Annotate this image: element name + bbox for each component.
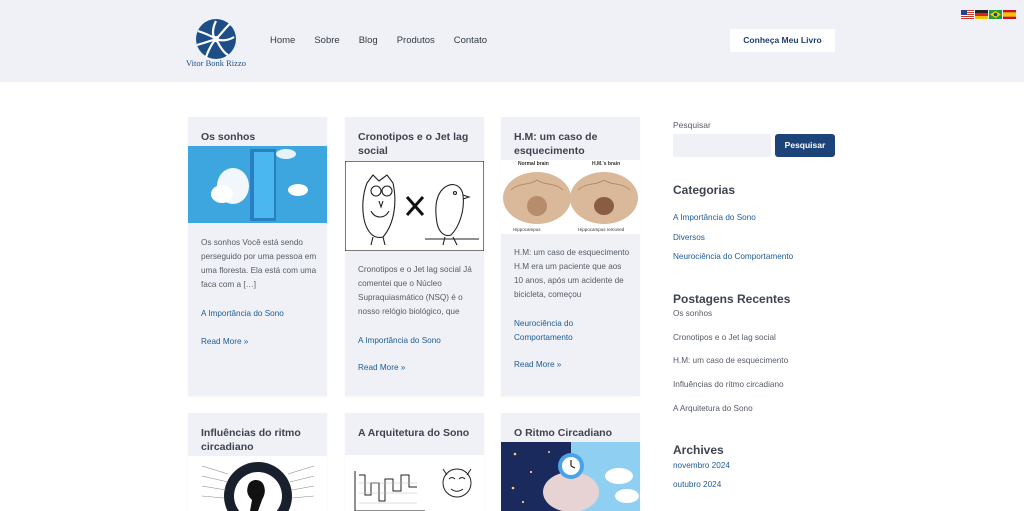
post-image-door-clouds[interactable] <box>188 146 327 223</box>
recent-post-link[interactable]: Cronotipos e o Jet lag social <box>673 333 776 342</box>
post-title[interactable]: H.M: um caso de esquecimento <box>514 130 634 158</box>
recent-post-link[interactable]: H.M: um caso de esquecimento <box>673 356 788 365</box>
post-excerpt: Os sonhos Você está sendo perseguido por… <box>201 238 317 289</box>
search-button[interactable]: Pesquisar <box>775 134 835 157</box>
nav-contato[interactable]: Contato <box>454 35 487 47</box>
br-flag-icon[interactable] <box>989 10 1002 19</box>
post-card: Os sonhos Os sonhos Você está sendo pers… <box>188 117 327 396</box>
nav-produtos[interactable]: Produtos <box>397 35 435 47</box>
post-title[interactable]: O Ritmo Circadiano <box>514 426 634 440</box>
recent-post-link[interactable]: Os sonhos <box>673 309 712 318</box>
language-switcher <box>961 10 1016 19</box>
nav-home[interactable]: Home <box>270 35 295 47</box>
recent-post-link[interactable]: Influências do ritmo circadiano <box>673 380 784 389</box>
category-link[interactable]: A Importância do Sono <box>673 213 756 222</box>
post-card: Cronotipos e o Jet lag social Cronotipos… <box>345 117 484 396</box>
us-flag-icon[interactable] <box>961 10 974 19</box>
read-more-link[interactable]: Read More » <box>201 337 248 346</box>
search-input[interactable] <box>673 134 771 157</box>
post-excerpt: Cronotipos e o Jet lag social Já comente… <box>358 265 472 316</box>
post-card: O Ritmo Circadiano <box>501 413 640 511</box>
recent-post-link[interactable]: A Arquitetura do Sono <box>673 404 753 413</box>
archives-heading: Archives <box>673 443 724 457</box>
image-label-hm: H.M.'s brain <box>592 161 621 167</box>
post-title[interactable]: A Arquitetura do Sono <box>358 426 478 440</box>
post-image-brains[interactable] <box>501 160 640 234</box>
archive-link[interactable]: novembro 2024 <box>673 461 730 470</box>
nav-sobre[interactable]: Sobre <box>314 35 339 47</box>
read-more-link[interactable]: Read More » <box>514 360 561 369</box>
post-category-link[interactable]: Neurociência do Comportamento <box>514 317 632 345</box>
de-flag-icon[interactable] <box>975 10 988 19</box>
post-card: Influências do ritmo circadiano <box>188 413 327 511</box>
post-image-circadian-clock[interactable] <box>188 456 327 511</box>
nav-blog[interactable]: Blog <box>359 35 378 47</box>
es-flag-icon[interactable] <box>1003 10 1016 19</box>
search-label: Pesquisar <box>673 120 711 130</box>
logo-text[interactable]: Vitor Bonk Rizzo <box>186 58 246 68</box>
post-title[interactable]: Influências do ritmo circadiano <box>201 426 321 454</box>
image-label-hippocampus: Hippocampus <box>513 227 541 232</box>
post-title[interactable]: Os sonhos <box>201 130 321 144</box>
post-category-link[interactable]: A Importância do Sono <box>358 334 476 348</box>
read-more-link[interactable]: Read More » <box>358 363 405 372</box>
cta-button[interactable]: Conheça Meu Livro <box>730 29 835 52</box>
image-label-normal: Normal brain <box>518 161 549 167</box>
post-category-link[interactable]: A Importância do Sono <box>201 307 319 321</box>
post-title[interactable]: Cronotipos e o Jet lag social <box>358 130 478 158</box>
post-image-sleep-hypnogram[interactable] <box>345 455 484 511</box>
recent-posts-heading: Postagens Recentes <box>673 292 791 306</box>
image-label-hippocampus-removed: Hippocampus removed <box>578 227 625 232</box>
archive-link[interactable]: outubro 2024 <box>673 480 721 489</box>
category-link[interactable]: Neurociência do Comportamento <box>673 252 793 261</box>
post-card: A Arquitetura do Sono <box>345 413 484 511</box>
category-link[interactable]: Diversos <box>673 233 705 242</box>
main-nav: Home Sobre Blog Produtos Contato <box>270 35 506 47</box>
post-excerpt: H.M: um caso de esquecimento H.M era um … <box>514 248 630 299</box>
post-image-brain-clock[interactable] <box>501 442 640 511</box>
post-card: H.M: um caso de esquecimento Normal brai… <box>501 117 640 396</box>
categories-heading: Categorias <box>673 183 736 197</box>
post-image-owl-bird[interactable] <box>345 161 484 251</box>
site-header: Vitor Bonk Rizzo Home Sobre Blog Produto… <box>0 0 1024 82</box>
